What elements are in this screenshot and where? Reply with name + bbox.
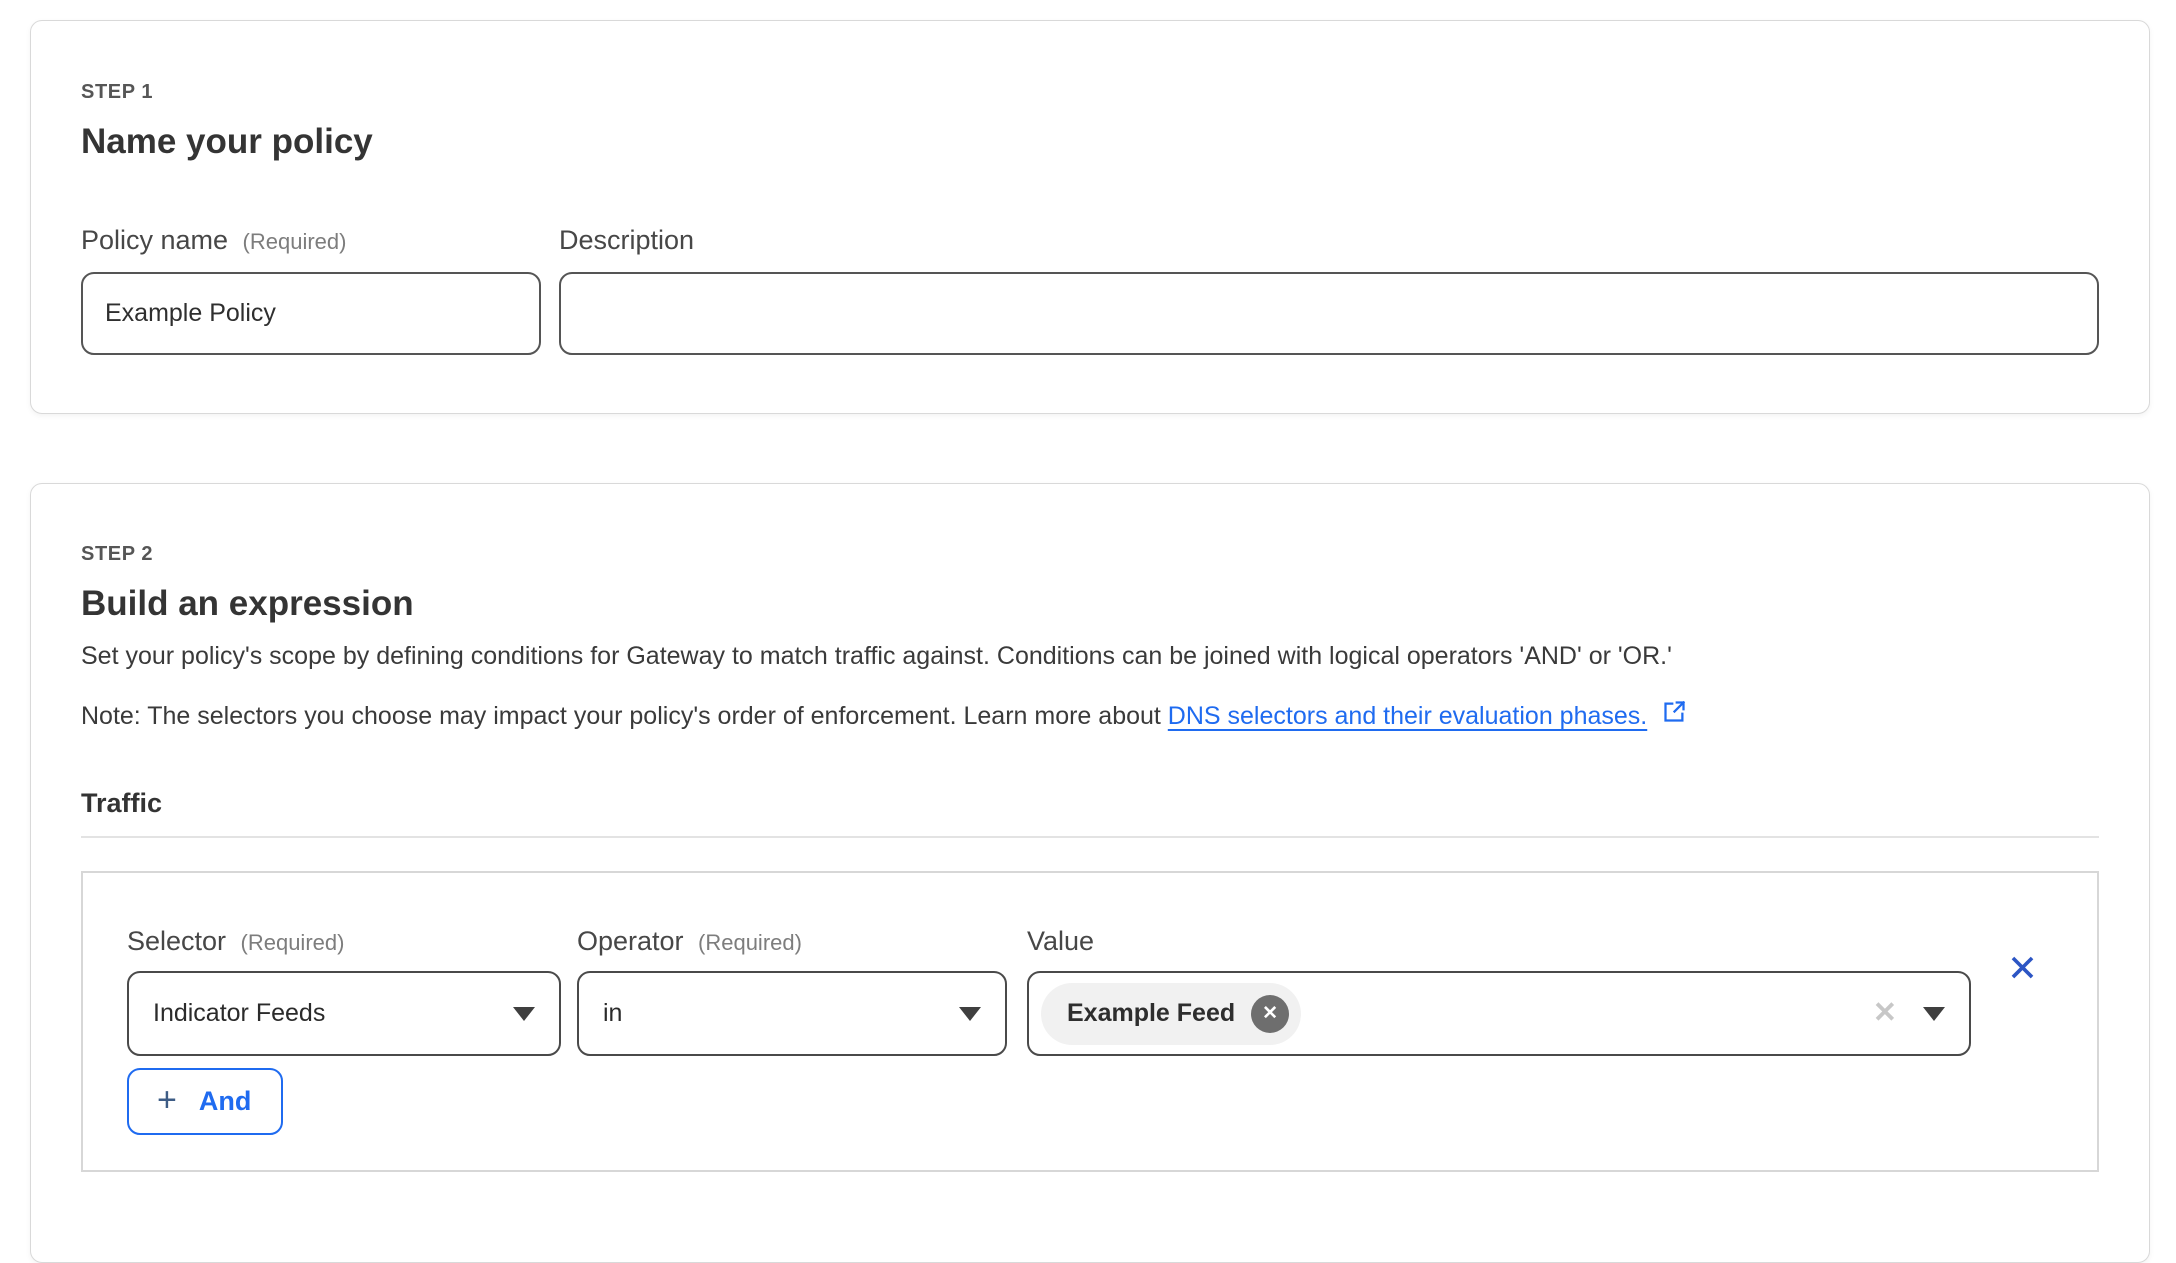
value-tag: Example Feed ✕ [1041,983,1301,1045]
step2-step-label: STEP 2 [81,543,2099,565]
note-text: Note: The selectors you choose may impac… [81,702,1168,730]
gateway-policy-form: STEP 1 Name your policy Policy name (Req… [0,20,2176,1263]
description-label-row: Description [559,227,2099,254]
operator-label-row: Operator (Required) [577,928,1007,955]
policy-name-required-hint: (Required) [243,229,347,254]
external-link-icon[interactable] [1661,698,1688,725]
and-button-label: And [199,1086,251,1117]
value-multiselect[interactable]: Example Feed ✕ ✕ [1027,971,1971,1056]
operator-required-hint: (Required) [698,930,802,955]
chevron-down-icon [513,1007,535,1021]
step1-step-label: STEP 1 [81,81,2099,103]
description-input[interactable] [559,272,2099,355]
step1-card: STEP 1 Name your policy Policy name (Req… [30,20,2150,414]
step2-card: STEP 2 Build an expression Set your poli… [30,483,2150,1263]
plus-icon: + [157,1083,177,1117]
condition-box: Selector (Required) Indicator Feeds Oper… [81,871,2099,1172]
clear-values-icon[interactable]: ✕ [1873,999,1897,1028]
policy-name-label: Policy name [81,225,228,255]
add-and-condition-button[interactable]: + And [127,1068,283,1135]
selector-required-hint: (Required) [241,930,345,955]
step2-title: Build an expression [81,583,2099,625]
expression-note: Note: The selectors you choose may impac… [81,698,2099,732]
chevron-down-icon [959,1007,981,1021]
selector-label-row: Selector (Required) [127,928,561,955]
delete-condition-icon[interactable]: ✕ [2007,950,2038,987]
step1-title: Name your policy [81,121,2099,163]
selector-dropdown[interactable]: Indicator Feeds [127,971,561,1056]
value-field-group: Value Example Feed ✕ ✕ [1027,928,1971,1056]
expression-intro: Set your policy's scope by defining cond… [81,641,2099,672]
step1-fields-row: Policy name (Required) Description [81,227,2099,355]
operator-field-group: Operator (Required) in [577,928,1007,1056]
traffic-heading: Traffic [81,788,2099,819]
chevron-down-icon [1923,1007,1945,1021]
selector-field-group: Selector (Required) Indicator Feeds [127,928,561,1056]
value-tag-label: Example Feed [1067,999,1235,1028]
value-label: Value [1027,926,1094,956]
condition-row: Selector (Required) Indicator Feeds Oper… [127,928,2053,1056]
policy-name-field-group: Policy name (Required) [81,227,541,355]
operator-label: Operator [577,926,684,956]
policy-name-input[interactable] [81,272,541,355]
remove-tag-icon[interactable]: ✕ [1251,995,1289,1033]
selector-value: Indicator Feeds [153,999,325,1028]
dns-selectors-link[interactable]: DNS selectors and their evaluation phase… [1168,702,1647,730]
description-label: Description [559,225,694,255]
policy-name-label-row: Policy name (Required) [81,227,541,254]
value-label-row: Value [1027,928,1971,955]
traffic-divider [81,836,2099,838]
description-field-group: Description [559,227,2099,355]
operator-value: in [603,999,622,1028]
selector-label: Selector [127,926,226,956]
operator-dropdown[interactable]: in [577,971,1007,1056]
